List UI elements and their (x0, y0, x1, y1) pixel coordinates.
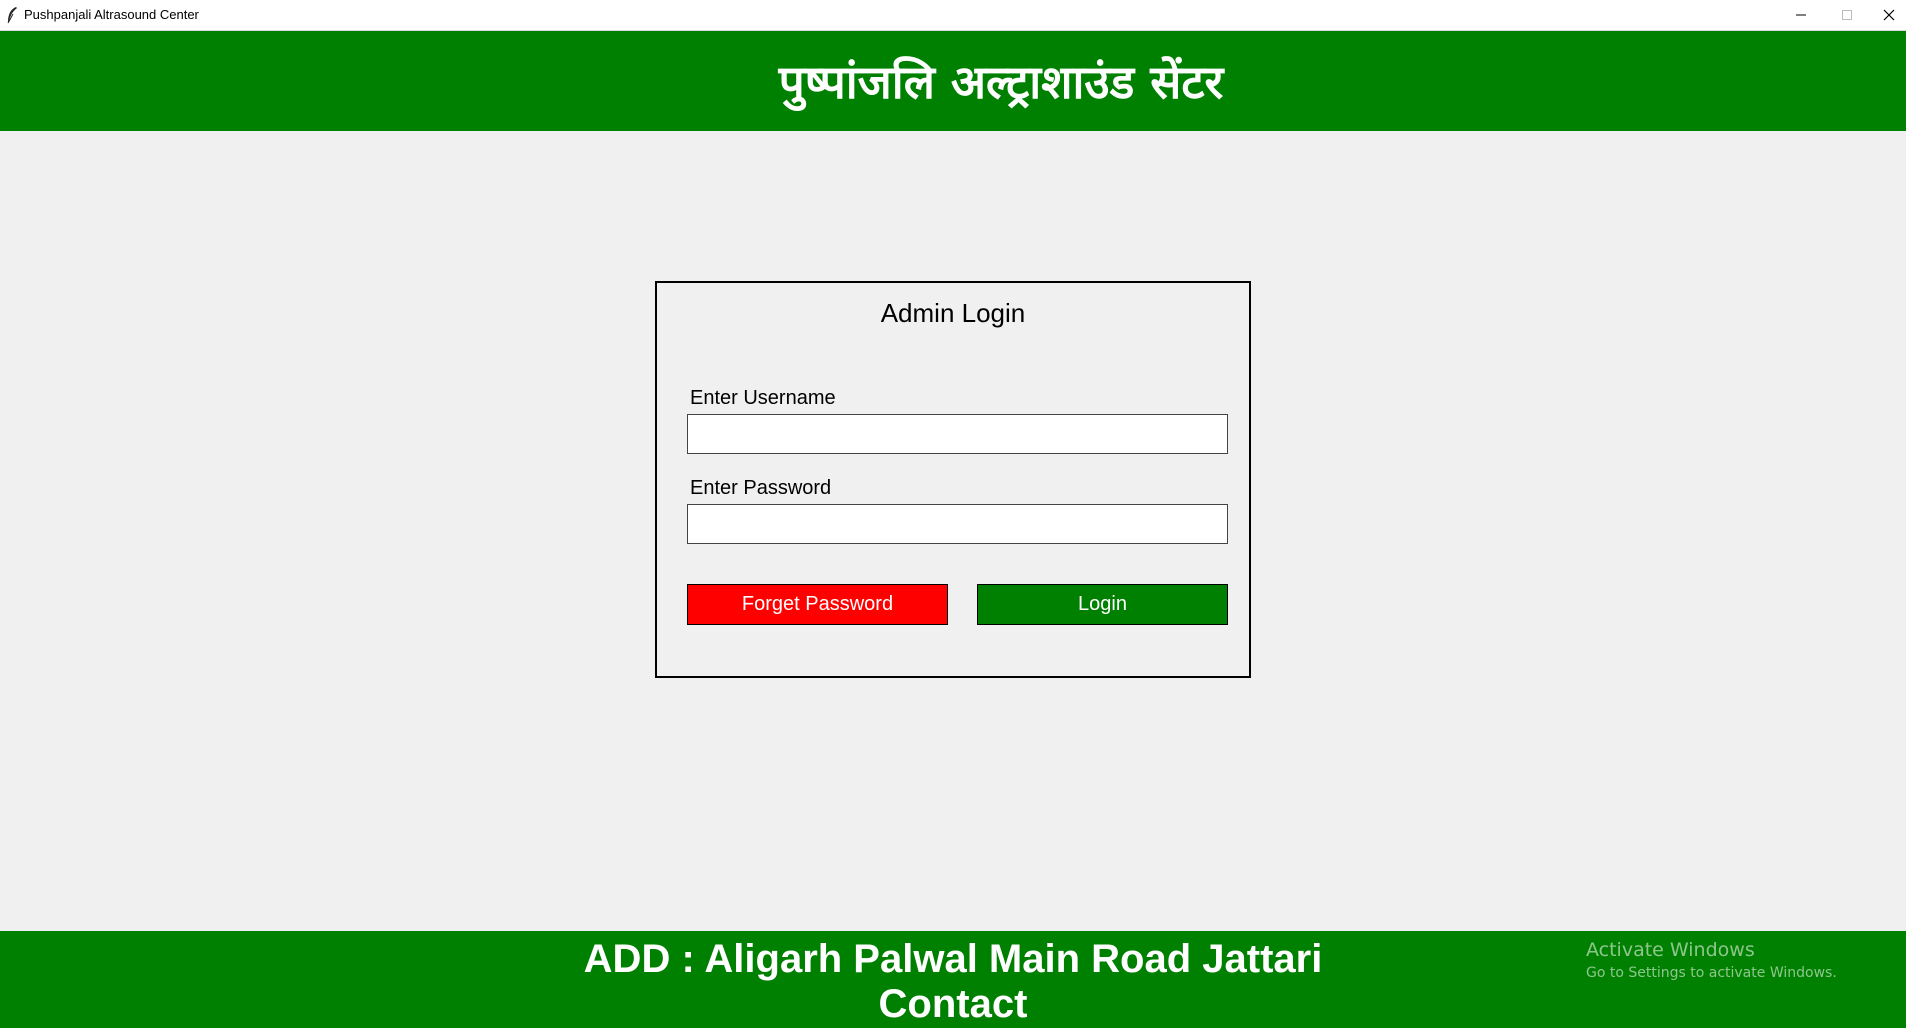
password-input[interactable] (687, 504, 1228, 544)
feather-icon (7, 7, 17, 24)
maximize-button[interactable] (1824, 0, 1870, 30)
login-heading: Admin Login (880, 298, 1026, 328)
center-name-title: पुष्पांजलि अल्ट्राशाउंड सेंटर (778, 55, 1224, 109)
activate-windows-subtitle: Go to Settings to activate Windows. (1586, 965, 1837, 981)
forget-password-button[interactable]: Forget Password (687, 584, 948, 625)
maximize-icon (1842, 10, 1852, 20)
password-label: Enter Password (690, 477, 832, 499)
minimize-icon (1796, 14, 1806, 16)
window-title: Pushpanjali Altrasound Center (24, 7, 199, 22)
admin-login-panel: Admin Login Enter Username Enter Passwor… (655, 281, 1251, 678)
minimize-button[interactable] (1778, 0, 1824, 30)
username-label: Enter Username (690, 387, 836, 409)
activate-windows-title: Activate Windows (1586, 939, 1755, 961)
header-banner: पुष्पांजलि अल्ट्राशाउंड सेंटर (0, 31, 1906, 131)
title-bar: Pushpanjali Altrasound Center (0, 0, 1906, 31)
username-input[interactable] (687, 414, 1228, 454)
footer-contact: Contact (878, 982, 1028, 1026)
close-icon (1883, 9, 1895, 21)
close-button[interactable] (1866, 0, 1906, 30)
login-button[interactable]: Login (977, 584, 1228, 625)
